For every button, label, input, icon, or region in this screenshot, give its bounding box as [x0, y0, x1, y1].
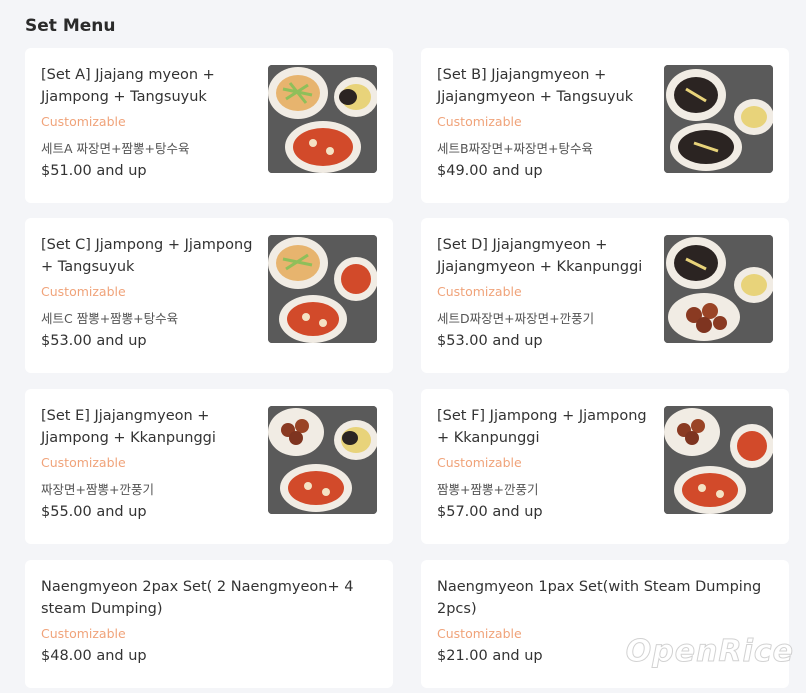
item-description: 세트C 짬뽕+짬뽕+탕수육: [41, 311, 179, 326]
set-c-photo[interactable]: [268, 235, 377, 343]
customizable-label: Customizable: [437, 284, 522, 299]
item-name: [Set C] Jjampong + Jjampong + Tangsuyuk: [41, 237, 253, 275]
customizable-label: Customizable: [437, 114, 522, 129]
item-price: $53.00 and up: [41, 333, 147, 349]
item-name: [Set D] Jjajangmyeon + Jjajangmyeon + Kk…: [437, 237, 643, 275]
item-price: $51.00 and up: [41, 163, 147, 179]
customizable-label: Customizable: [41, 455, 126, 470]
set-d-photo[interactable]: [664, 235, 773, 343]
item-name: [Set B] Jjajangmyeon + Jjajangmyeon + Ta…: [437, 67, 634, 105]
set-b-photo[interactable]: [664, 65, 773, 173]
item-price: $57.00 and up: [437, 504, 543, 520]
section-title: Set Menu: [25, 16, 116, 36]
item-name: [Set F] Jjampong + Jjampong + Kkanpunggi: [437, 408, 647, 446]
set-e-photo[interactable]: [268, 406, 377, 514]
item-price: $48.00 and up: [41, 648, 147, 664]
menu-item-set-d[interactable]: [Set D] Jjajangmyeon + Jjajangmyeon + Kk…: [421, 218, 789, 373]
item-name: [Set E] Jjajangmyeon + Jjampong + Kkanpu…: [41, 408, 216, 446]
item-description: 짬뽕+짬뽕+깐풍기: [437, 482, 539, 497]
item-name: Naengmyeon 1pax Set(with Steam Dumping 2…: [437, 579, 762, 617]
item-description: 세트A 짜장면+짬뽕+탕수육: [41, 141, 190, 156]
set-f-photo[interactable]: [664, 406, 773, 514]
customizable-label: Customizable: [437, 626, 522, 641]
item-price: $53.00 and up: [437, 333, 543, 349]
menu-item-set-e[interactable]: [Set E] Jjajangmyeon + Jjampong + Kkanpu…: [25, 389, 393, 544]
menu-item-set-f[interactable]: [Set F] Jjampong + Jjampong + Kkanpunggi…: [421, 389, 789, 544]
menu-item-set-b[interactable]: [Set B] Jjajangmyeon + Jjajangmyeon + Ta…: [421, 48, 789, 203]
item-name: [Set A] Jjajang myeon + Jjampong + Tangs…: [41, 67, 215, 105]
item-description: 짜장면+짬뽕+깐풍기: [41, 482, 154, 497]
set-a-photo[interactable]: [268, 65, 377, 173]
item-price: $49.00 and up: [437, 163, 543, 179]
customizable-label: Customizable: [41, 114, 126, 129]
set-menu-page: Set Menu [Set A] Jjajang myeon + Jjampon…: [0, 0, 806, 693]
customizable-label: Customizable: [437, 455, 522, 470]
item-price: $55.00 and up: [41, 504, 147, 520]
item-name: Naengmyeon 2pax Set( 2 Naengmyeon+ 4 ste…: [41, 579, 354, 617]
openrice-watermark: OpenRice: [625, 634, 794, 670]
customizable-label: Customizable: [41, 626, 126, 641]
item-price: $21.00 and up: [437, 648, 543, 664]
menu-item-set-c[interactable]: [Set C] Jjampong + Jjampong + Tangsuyuk …: [25, 218, 393, 373]
menu-item-naengmyeon-2pax[interactable]: Naengmyeon 2pax Set( 2 Naengmyeon+ 4 ste…: [25, 560, 393, 688]
item-description: 세트B짜장면+짜장면+탕수육: [437, 141, 594, 156]
customizable-label: Customizable: [41, 284, 126, 299]
item-description: 세트D짜장면+짜장면+깐풍기: [437, 311, 595, 326]
menu-item-set-a[interactable]: [Set A] Jjajang myeon + Jjampong + Tangs…: [25, 48, 393, 203]
